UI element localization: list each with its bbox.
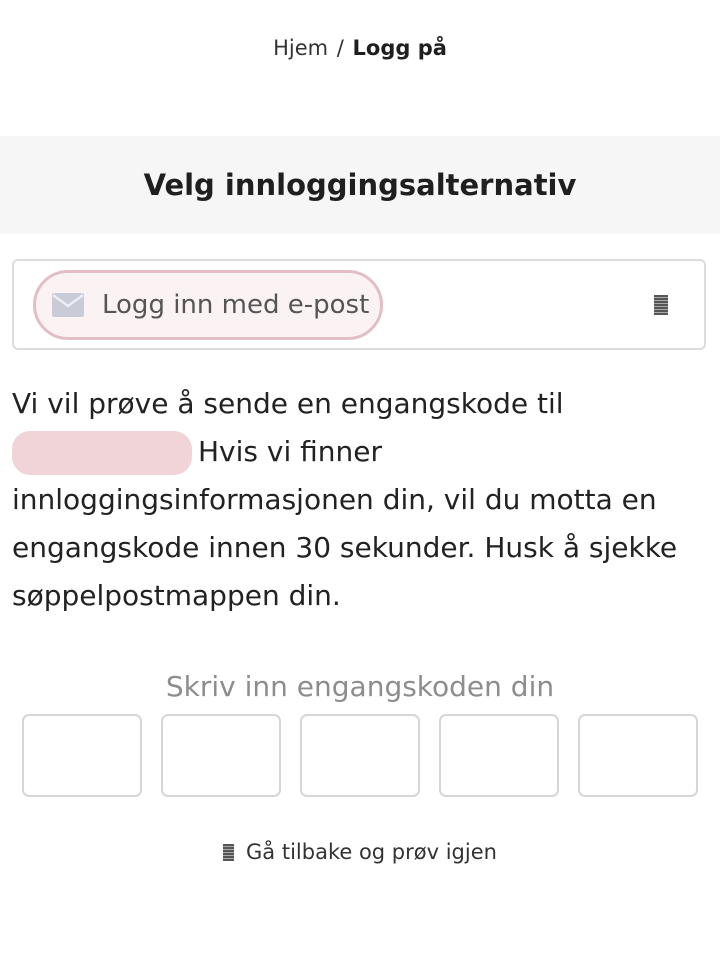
otp-title: Skriv inn engangskoden din [165, 670, 555, 703]
mail-icon [52, 293, 84, 317]
email-login-label: Logg inn med e-post [102, 290, 370, 320]
info-text-before: Vi vil prøve å sende en engangskode til [12, 387, 564, 420]
breadcrumb-home-link[interactable]: Hjem [273, 36, 328, 60]
otp-info-text: Vi vil prøve å sende en engangskode til … [12, 380, 712, 620]
otp-digit-3[interactable] [300, 714, 420, 797]
email-login-button[interactable]: Logg inn med e-post [33, 270, 383, 340]
breadcrumb: Hjem / Logg på [0, 36, 720, 60]
page-title: Velg innloggingsalternativ [143, 168, 577, 202]
otp-digit-4[interactable] [439, 714, 559, 797]
login-option-card: Logg inn med e-post [12, 259, 706, 350]
title-band: Velg innloggingsalternativ [0, 136, 720, 234]
redacted-email [12, 431, 192, 475]
go-back-label: Gå tilbake og prøv igjen [246, 840, 497, 864]
breadcrumb-separator: / [336, 36, 344, 60]
option-marker-icon [654, 295, 668, 315]
otp-input-row [22, 714, 698, 797]
otp-digit-1[interactable] [22, 714, 142, 797]
go-back-link[interactable]: Gå tilbake og prøv igjen [0, 840, 720, 864]
otp-digit-5[interactable] [578, 714, 698, 797]
back-marker-icon [223, 844, 235, 861]
login-page: Hjem / Logg på Velg innloggingsalternati… [0, 0, 720, 960]
breadcrumb-current: Logg på [352, 36, 447, 60]
otp-digit-2[interactable] [161, 714, 281, 797]
